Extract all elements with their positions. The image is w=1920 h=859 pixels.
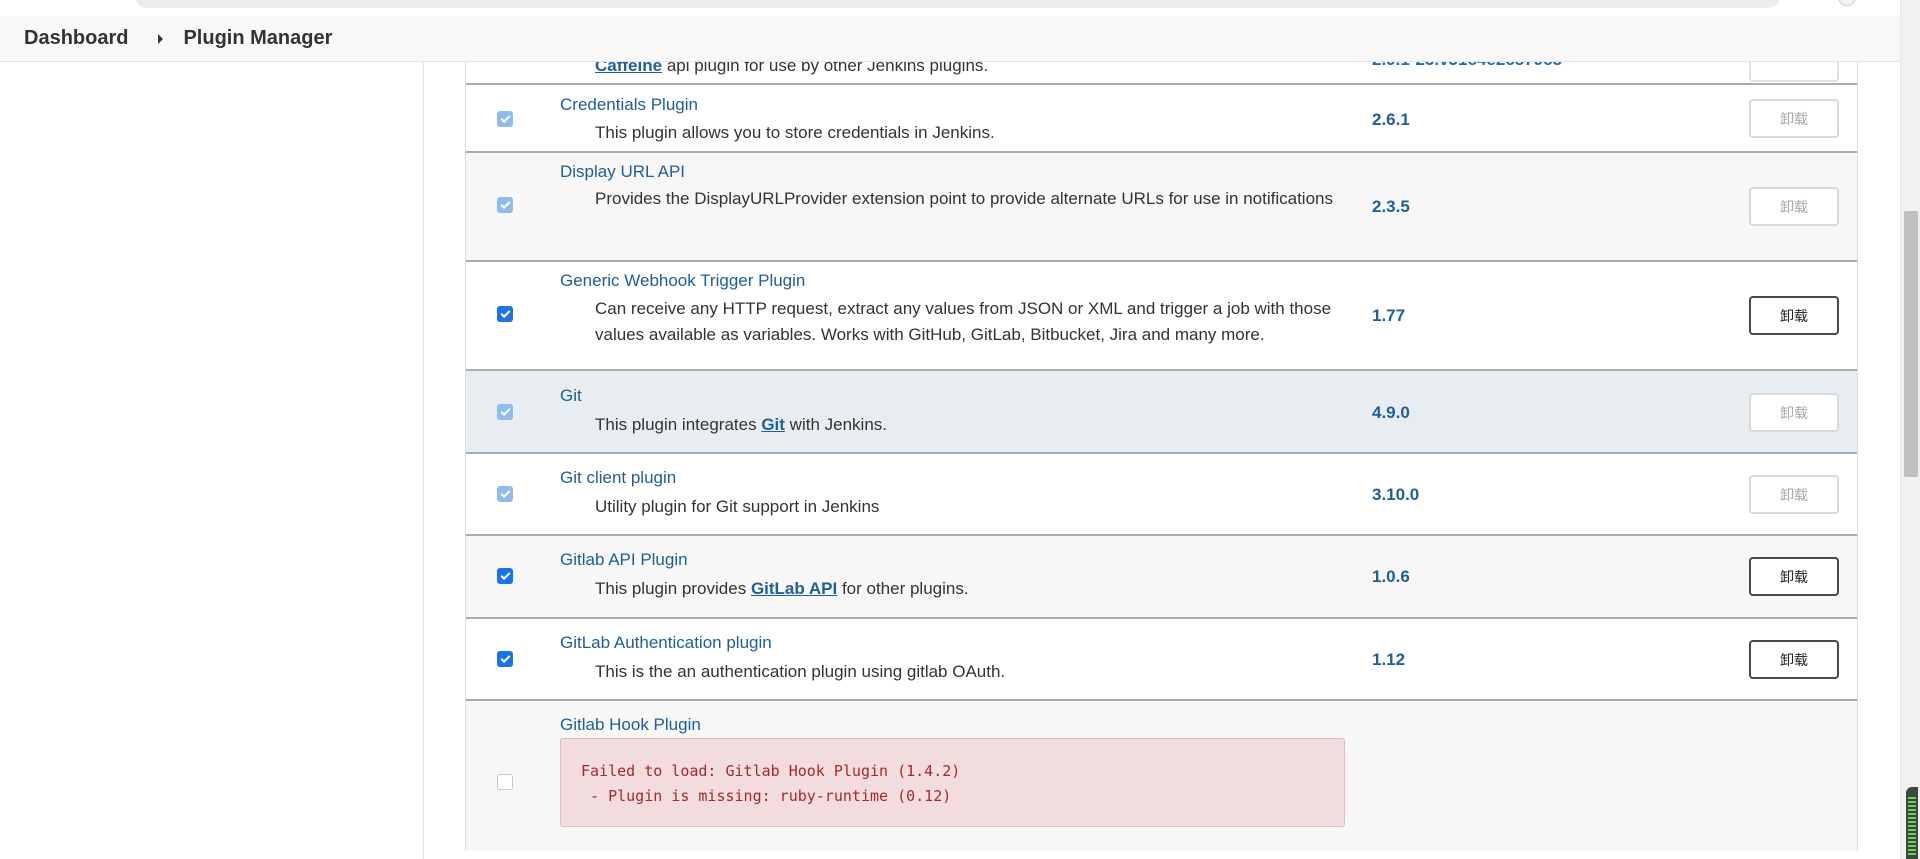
checkmark-icon (500, 405, 510, 416)
scrollbar-thumb[interactable] (1904, 211, 1918, 477)
plugin-description: Caffeine api plugin for use by other Jen… (595, 62, 1355, 79)
table-row: GitLab Authentication plugin This is the… (466, 619, 1857, 701)
uninstall-button[interactable]: 卸载 (1749, 475, 1839, 514)
table-row-partial: Caffeine api plugin for use by other Jen… (466, 62, 1857, 85)
checkmark-icon (500, 307, 510, 318)
level-meter-icon (1906, 787, 1918, 859)
uninstall-button[interactable]: 卸载 (1749, 393, 1839, 432)
plugin-enabled-checkbox[interactable] (497, 774, 513, 790)
chevron-right-icon[interactable] (158, 33, 164, 44)
plugin-description: Utility plugin for Git support in Jenkin… (595, 497, 880, 516)
checkmark-icon (500, 569, 510, 580)
profile-icon[interactable] (1838, 0, 1856, 6)
git-link[interactable]: Git (761, 415, 785, 434)
plugin-enabled-checkbox[interactable] (497, 111, 513, 127)
plugin-enabled-checkbox[interactable] (497, 404, 513, 420)
table-row: Generic Webhook Trigger Plugin Can recei… (466, 262, 1857, 371)
plugin-name-link[interactable]: Credentials Plugin (560, 95, 698, 115)
error-line: Failed to load: Gitlab Hook Plugin (1.4.… (581, 762, 961, 780)
plugin-name-link[interactable]: Git client plugin (560, 468, 676, 488)
error-line: - Plugin is missing: ruby-runtime (0.12) (581, 787, 952, 805)
plugin-name-link[interactable]: GitLab Authentication plugin (560, 633, 772, 653)
plugin-description: Can receive any HTTP request, extract an… (595, 299, 1332, 344)
plugin-description: Provides the DisplayURLProvider extensio… (595, 189, 1333, 208)
description-text: api plugin for use by other Jenkins plug… (666, 62, 989, 75)
checkmark-icon (500, 112, 510, 123)
table-row: Display URL API Provides the DisplayURLP… (466, 153, 1857, 262)
table-row: Gitlab API Plugin This plugin provides G… (466, 536, 1857, 619)
plugin-version[interactable]: 3.10.0 (1372, 485, 1419, 505)
plugin-description: This plugin integrates Git with Jenkins. (595, 412, 1355, 438)
table-row-failed: Gitlab Hook Plugin Failed to load: Gitla… (466, 701, 1857, 851)
plugin-version[interactable]: 1.77 (1372, 306, 1405, 326)
description-text: with Jenkins. (789, 415, 887, 434)
uninstall-button[interactable]: 卸载 (1749, 640, 1839, 679)
caffeine-link[interactable]: Caffeine (595, 62, 662, 75)
plugin-version[interactable]: 1.12 (1372, 650, 1405, 670)
plugin-name-link[interactable]: Display URL API (560, 162, 685, 182)
plugin-enabled-checkbox[interactable] (497, 306, 513, 322)
plugin-version[interactable]: 1.0.6 (1372, 567, 1410, 587)
table-row: Git client plugin Utility plugin for Git… (466, 454, 1857, 536)
description-text: This plugin integrates (595, 415, 757, 434)
plugin-description: This plugin provides GitLab API for othe… (595, 576, 1355, 602)
installed-plugins-table: Caffeine api plugin for use by other Jen… (465, 62, 1858, 851)
uninstall-button[interactable]: 卸载 (1749, 296, 1839, 335)
address-bar-fragment[interactable] (135, 0, 1780, 8)
uninstall-button[interactable]: 卸载 (1749, 187, 1839, 226)
page-scrollbar[interactable] (1900, 0, 1920, 859)
uninstall-button[interactable] (1749, 62, 1839, 82)
table-row: Credentials Plugin This plugin allows yo… (466, 85, 1857, 153)
checkmark-icon (500, 652, 510, 663)
plugin-name-link[interactable]: Gitlab Hook Plugin (560, 715, 701, 735)
plugin-enabled-checkbox[interactable] (497, 568, 513, 584)
gitlab-api-link[interactable]: GitLab API (751, 579, 837, 598)
plugin-load-error: Failed to load: Gitlab Hook Plugin (1.4.… (560, 738, 1345, 827)
plugin-name-link[interactable]: Git (560, 386, 582, 406)
plugin-enabled-checkbox[interactable] (497, 197, 513, 213)
plugin-version[interactable]: 4.9.0 (1372, 403, 1410, 423)
plugin-version[interactable]: 2.6.1 (1372, 110, 1410, 130)
breadcrumb: Dashboard Plugin Manager (0, 16, 1900, 62)
side-panel (0, 62, 424, 859)
plugin-description: This plugin allows you to store credenti… (595, 123, 995, 142)
plugin-name-link[interactable]: Generic Webhook Trigger Plugin (560, 271, 805, 291)
description-text: This plugin provides (595, 579, 747, 598)
uninstall-button[interactable]: 卸载 (1749, 99, 1839, 138)
plugin-description: This is the an authentication plugin usi… (595, 662, 1006, 681)
plugin-version[interactable]: 2.3.5 (1372, 197, 1410, 217)
plugin-name-link[interactable]: Gitlab API Plugin (560, 550, 688, 570)
browser-top-strip (0, 0, 1920, 10)
meter-level (1908, 795, 1916, 855)
breadcrumb-plugin-manager[interactable]: Plugin Manager (183, 27, 332, 50)
description-text: for other plugins. (841, 579, 969, 598)
plugin-enabled-checkbox[interactable] (497, 651, 513, 667)
uninstall-button[interactable]: 卸载 (1749, 557, 1839, 596)
plugin-enabled-checkbox[interactable] (497, 486, 513, 502)
breadcrumb-dashboard[interactable]: Dashboard (24, 27, 128, 50)
plugin-version[interactable]: 2.9.1-23.v51c4e2c879c8 (1372, 62, 1562, 70)
checkmark-icon (500, 487, 510, 498)
table-row: Git This plugin integrates Git with Jenk… (466, 371, 1857, 454)
checkmark-icon (500, 198, 510, 209)
